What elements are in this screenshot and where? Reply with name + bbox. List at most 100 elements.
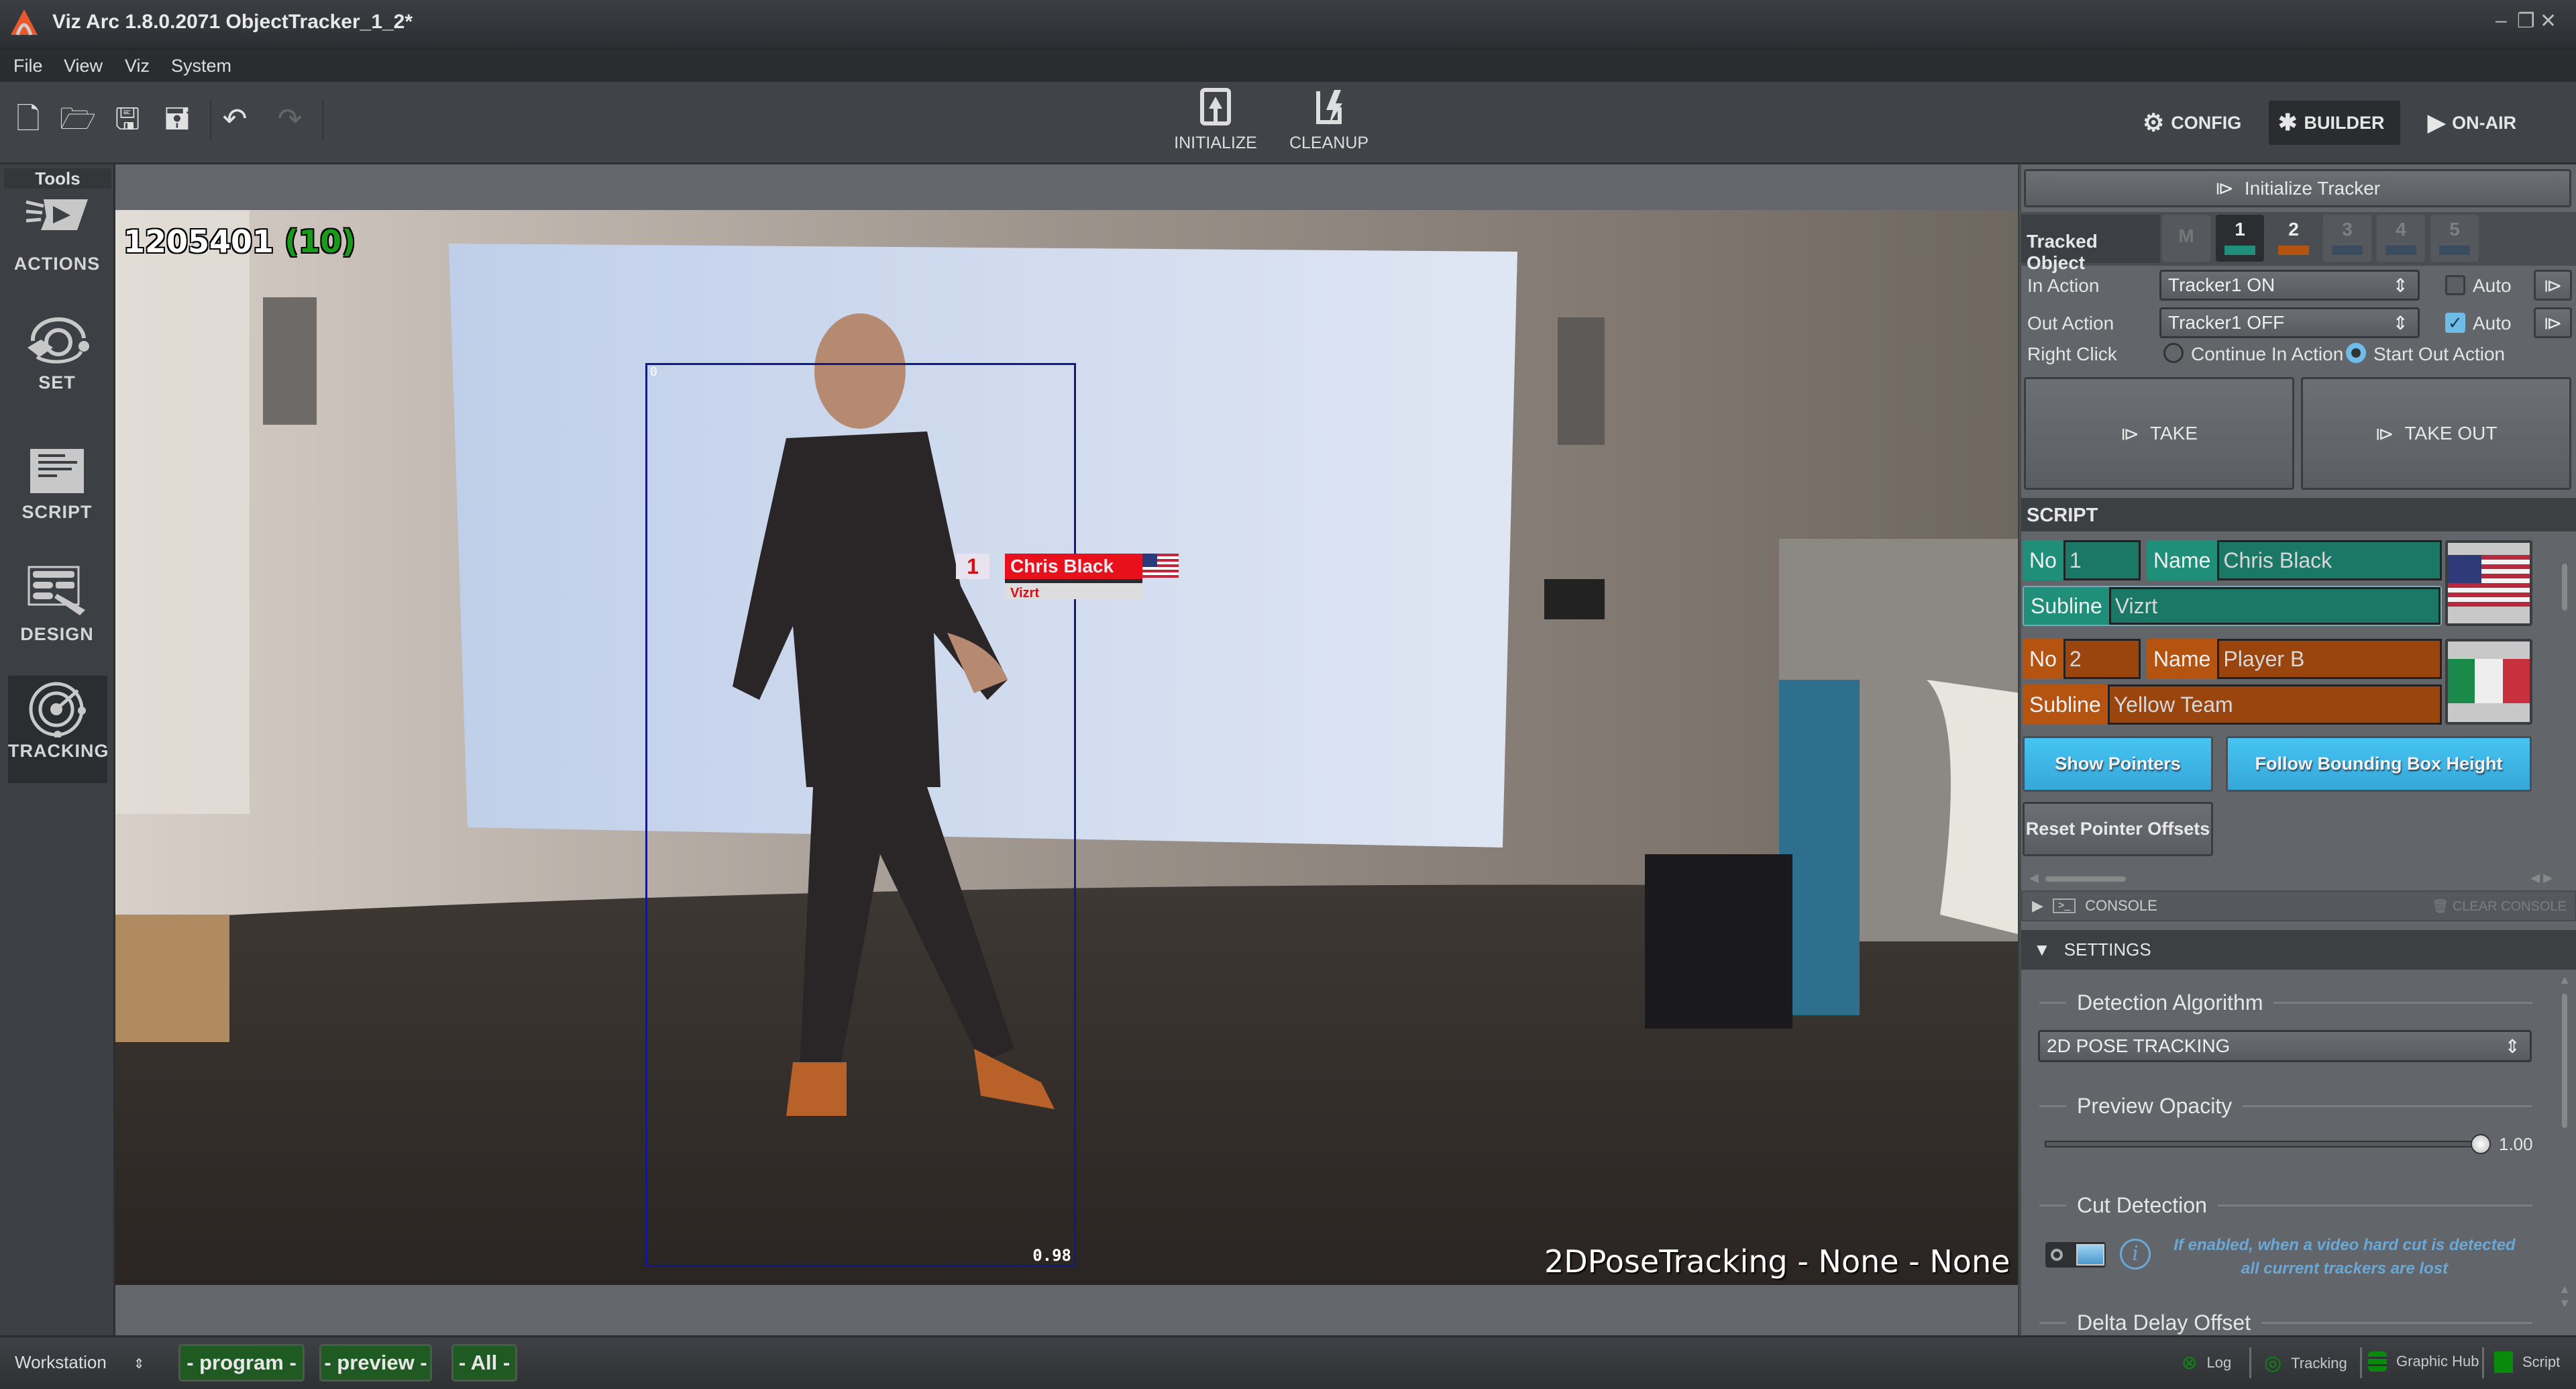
console-bar[interactable]: ▶ >_ CONSOLE 🗑 CLEAR CONSOLE [2021,890,2576,921]
in-action-play-button[interactable]: ⧐ [2534,270,2572,301]
bbox-id: 0 [650,365,657,379]
tracking-icon [29,682,86,739]
script-scrollbar[interactable] [2555,537,2575,866]
preview-opacity-value: 1.00 [2499,1134,2533,1154]
video-preview[interactable]: 1205401 (10) 0 0.98 1 Chris Black Vizrt … [115,164,2018,1335]
take-button[interactable]: ⧐ TAKE [2024,377,2294,490]
status-graphic-hub[interactable]: Graphic Hub [2368,1351,2479,1372]
entry1-name-field[interactable]: Name Chris Black [2147,540,2442,580]
lower-third-name: Chris Black [1005,554,1142,579]
settings-header[interactable]: ▼ SETTINGS [2021,930,2576,970]
gear-icon: ⚙ [2143,109,2165,136]
status-log[interactable]: ⊗ Log [2182,1351,2231,1374]
in-action-label: In Action [2027,275,2100,296]
out-action-play-button[interactable]: ⧐ [2534,307,2572,338]
on-air-mode-button[interactable]: ▶ ON-AIR [2418,101,2526,145]
entry2-name-field[interactable]: Name Player B [2147,639,2442,679]
status-tracking[interactable]: ◎ Tracking [2264,1351,2347,1375]
entry1-subline-field[interactable]: Subline Vizrt [2023,586,2442,626]
horizontal-scrollbar[interactable]: ◀ ◀ ▶ [2029,871,2553,884]
lower-third-number: 1 [956,554,989,579]
menu-file[interactable]: File [13,56,43,76]
entry2-no-field[interactable]: No 2 [2023,639,2141,679]
initialize-tracker-button[interactable]: ⧐ Initialize Tracker [2024,169,2571,207]
right-click-label: Right Click [2027,344,2117,364]
bounding-box[interactable]: 0 0.98 [645,363,1076,1267]
reset-pointer-offsets-button[interactable]: Reset Pointer Offsets [2023,802,2213,856]
tab-3[interactable]: 3 [2323,215,2371,262]
take-icon: ⧐ [2120,423,2139,444]
start-out-action-radio[interactable] [2346,343,2366,363]
cut-detection-toggle[interactable] [2045,1242,2106,1268]
minimize-icon[interactable]: – [2496,9,2507,32]
redo-icon[interactable]: ↷ [271,101,309,138]
menu-viz[interactable]: Viz [125,56,150,76]
detection-algorithm-select[interactable]: 2D POSE TRACKING ⇕ [2038,1030,2532,1062]
builder-mode-button[interactable]: ✱ BUILDER [2269,101,2400,145]
terminal-icon: >_ [2052,898,2076,913]
menu-view[interactable]: View [64,56,103,76]
script-icon [2494,1351,2513,1373]
take-out-button[interactable]: ⧐ TAKE OUT [2301,377,2571,490]
tool-actions[interactable]: ACTIONS [9,197,105,274]
tab-m[interactable]: M [2162,215,2210,262]
cleanup-button[interactable]: CLEANUP [1282,87,1376,153]
design-icon [28,566,85,615]
entry2-subline-field[interactable]: Subline Yellow Team [2023,684,2442,725]
undo-icon[interactable]: ↶ [216,101,254,138]
clear-console-button[interactable]: 🗑 CLEAR CONSOLE [2432,898,2567,915]
all-button[interactable]: - All - [451,1344,517,1382]
continue-in-action-radio[interactable] [2163,343,2184,363]
bbox-confidence: 0.98 [1032,1246,1071,1265]
title-bar: Viz Arc 1.8.0.2071 ObjectTracker_1_2* – … [0,0,2576,49]
initialize-button[interactable]: INITIALIZE [1169,87,1263,153]
usa-flag-icon[interactable] [2445,540,2532,626]
preview-opacity-slider[interactable] [2471,1134,2491,1154]
tool-set[interactable]: SET [9,315,105,393]
entry1-no-field[interactable]: No 1 [2023,540,2141,580]
config-mode-button[interactable]: ⚙ CONFIG [2133,101,2251,145]
status-script[interactable]: Script [2494,1351,2560,1373]
delta-delay-offset-group: Delta Delay Offset [2039,1310,2532,1335]
tab-4[interactable]: 4 [2377,215,2425,262]
menu-bar: File View Viz System [0,49,2576,82]
tab-2[interactable]: 2 [2269,215,2318,262]
follow-bbox-height-button[interactable]: Follow Bounding Box Height [2226,736,2532,792]
settings-scrollbar[interactable]: ▲ ▲ ▼ [2555,973,2575,1335]
expand-icon: ▶ [2032,897,2043,914]
in-action-select[interactable]: Tracker1 ON ⇕ [2159,270,2420,301]
program-button[interactable]: - program - [178,1344,305,1382]
save-icon[interactable]: 🖫 [109,101,146,138]
workstation-select[interactable]: Workstation ⇕ [15,1352,145,1373]
preview-opacity-track[interactable] [2045,1141,2484,1147]
usa-flag-icon [1142,554,1179,578]
tool-tracking[interactable]: TRACKING [8,676,109,783]
tab-1[interactable]: 1 [2216,215,2264,262]
lower-third-subline: Vizrt [1005,579,1142,601]
spinner-icon: ⇕ [2392,312,2408,333]
out-action-auto-label: Auto [2473,313,2512,333]
start-out-action-label: Start Out Action [2373,344,2506,364]
show-pointers-button[interactable]: Show Pointers [2023,736,2213,792]
save-as-icon[interactable]: 🖬 [158,101,196,138]
tool-script[interactable]: SCRIPT [9,445,105,523]
out-action-auto-checkbox[interactable]: ✓ [2445,313,2465,333]
tool-design[interactable]: DESIGN [9,563,105,645]
out-action-select[interactable]: Tracker1 OFF ⇕ [2159,307,2420,338]
restore-icon[interactable]: ❐ [2517,9,2535,33]
tab-5[interactable]: 5 [2430,215,2479,262]
tracking-icon: ◎ [2264,1352,2282,1374]
menu-system[interactable]: System [171,56,231,76]
spinner-icon: ⇕ [2504,1035,2520,1057]
tools-header: Tools [4,168,111,189]
open-folder-icon[interactable]: 🗁 [59,101,97,138]
close-icon[interactable]: ✕ [2540,9,2557,33]
preview-button[interactable]: - preview - [319,1344,432,1382]
cut-detection-group: Cut Detection [2039,1193,2532,1218]
out-action-label: Out Action [2027,313,2114,333]
new-file-icon[interactable]: 🗋 [9,101,47,138]
in-action-auto-checkbox[interactable] [2445,275,2465,295]
cut-detection-info: If enabled, when a video hard cut is det… [2174,1236,2516,1278]
italy-flag-icon[interactable] [2445,639,2532,725]
tracked-object-label: Tracked Object [2021,215,2160,273]
